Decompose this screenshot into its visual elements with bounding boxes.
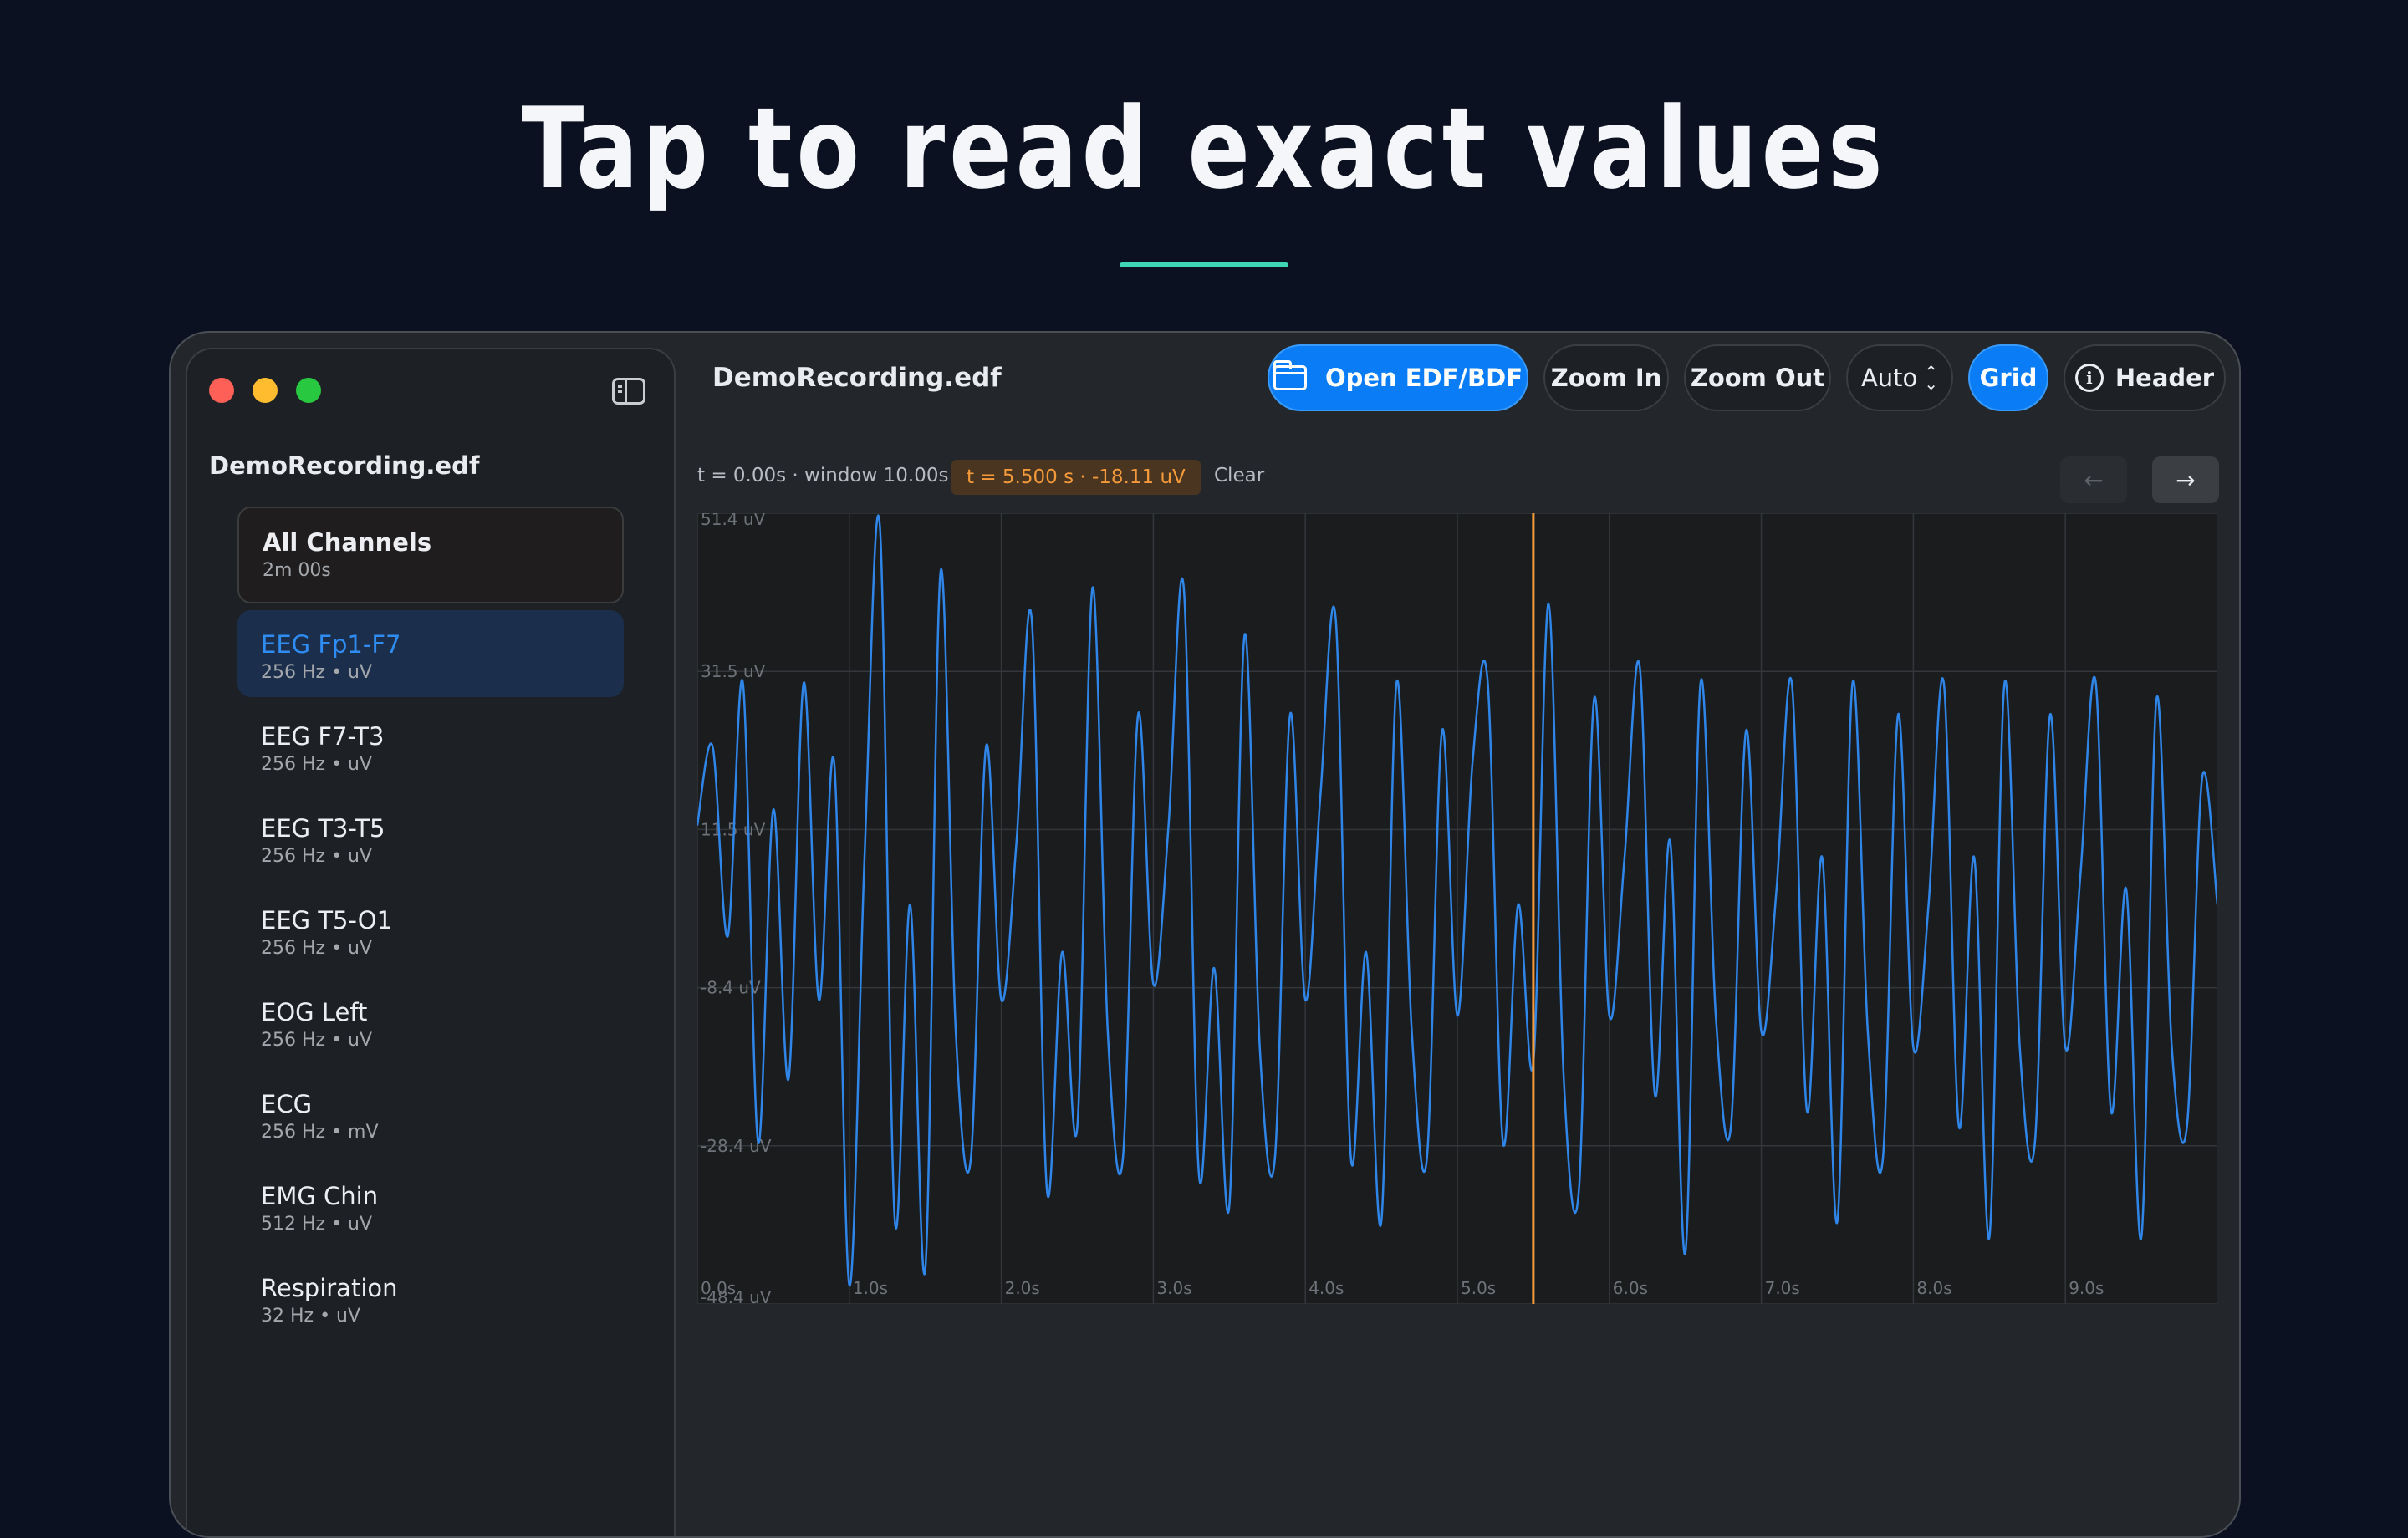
- y-tick-label: -28.4 uV: [701, 1136, 772, 1156]
- header-button[interactable]: i Header: [2064, 344, 2226, 411]
- x-tick-label: 5.0s: [1461, 1278, 1496, 1298]
- headline: Tap to read exact values: [521, 84, 1887, 214]
- channel-meta: 256 Hz • uV: [261, 1030, 373, 1051]
- zoom-out-button[interactable]: Zoom Out: [1684, 344, 1831, 411]
- chevron-up-down-icon: ⌃ ⌄: [1924, 362, 1939, 394]
- channel-item-eeg-fp1-f7[interactable]: EEG Fp1-F7 256 Hz • uV: [237, 610, 624, 697]
- channel-list: All Channels 2m 00s EEG Fp1-F7 256 Hz • …: [237, 507, 624, 1346]
- channel-item-eeg-t5-o1[interactable]: EEG T5-O1 256 Hz • uV: [237, 886, 624, 973]
- grid-toggle-button[interactable]: Grid: [1968, 344, 2048, 411]
- sidebar: DemoRecording.edf All Channels 2m 00s EE…: [186, 348, 676, 1536]
- x-tick-label: 3.0s: [1156, 1278, 1191, 1298]
- channel-meta: 256 Hz • uV: [261, 662, 373, 683]
- accent-rule: [1120, 262, 1288, 267]
- header-button-label: Header: [2115, 364, 2215, 392]
- app-window: DemoRecording.edf All Channels 2m 00s EE…: [169, 331, 2241, 1538]
- signal-plot[interactable]: 0.0s 1.0s 2.0s 3.0s 4.0s 5.0s 6.0s 7.0s 8.0s 9.0s…: [697, 513, 2217, 1304]
- sidebar-file-name: DemoRecording.edf: [209, 451, 480, 480]
- x-tick-label: 4.0s: [1309, 1278, 1344, 1298]
- x-tick-label: 8.0s: [1916, 1278, 1951, 1298]
- scale-select-label: Auto: [1860, 364, 1918, 392]
- x-tick-label: 2.0s: [1005, 1278, 1040, 1298]
- minimize-window-button[interactable]: [253, 378, 278, 403]
- channel-meta: 256 Hz • uV: [261, 938, 373, 959]
- zoom-in-button[interactable]: Zoom In: [1543, 344, 1669, 411]
- status-row: t = 0.00s · window 10.00s t = 5.500 s · …: [697, 456, 2219, 503]
- channel-item-eog-left[interactable]: EOG Left 256 Hz • uV: [237, 978, 624, 1065]
- clear-button[interactable]: Clear: [1214, 465, 1264, 486]
- channel-name: Respiration: [261, 1274, 398, 1302]
- x-tick-label: 7.0s: [1765, 1278, 1800, 1298]
- previous-window-button[interactable]: ←: [2060, 456, 2127, 503]
- folder-icon: [1273, 360, 1307, 390]
- x-tick-label: 1.0s: [853, 1278, 888, 1298]
- channel-item-respiration[interactable]: Respiration 32 Hz • uV: [237, 1254, 624, 1341]
- sidebar-toggle-icon[interactable]: [612, 378, 645, 405]
- channel-meta: 256 Hz • mV: [261, 1122, 379, 1143]
- x-tick-label: 6.0s: [1613, 1278, 1648, 1298]
- zoom-window-button[interactable]: [296, 378, 321, 403]
- y-tick-label: -48.4 uV: [701, 1287, 772, 1304]
- open-edf-label: Open EDF/BDF: [1324, 364, 1523, 392]
- scale-select[interactable]: Auto ⌃ ⌄: [1846, 344, 1953, 411]
- channel-name: All Channels: [263, 528, 432, 557]
- channel-name: EEG F7-T3: [261, 722, 385, 751]
- y-tick-label: 51.4 uV: [701, 513, 766, 529]
- channel-name: EEG T5-O1: [261, 906, 393, 935]
- close-window-button[interactable]: [209, 378, 234, 403]
- cursor-readout-badge: t = 5.500 s · -18.11 uV: [951, 460, 1201, 495]
- open-edf-button[interactable]: Open EDF/BDF: [1268, 344, 1528, 411]
- channel-name: EEG T3-T5: [261, 814, 385, 843]
- next-window-button[interactable]: →: [2152, 456, 2219, 503]
- channel-item-eeg-f7-t3[interactable]: EEG F7-T3 256 Hz • uV: [237, 702, 624, 789]
- channel-item-eeg-t3-t5[interactable]: EEG T3-T5 256 Hz • uV: [237, 794, 624, 881]
- channel-meta: 2m 00s: [263, 560, 331, 581]
- channel-name: EMG Chin: [261, 1182, 379, 1210]
- time-window-readout: t = 0.00s · window 10.00s: [697, 465, 949, 486]
- info-icon: i: [2074, 364, 2104, 392]
- channel-meta: 256 Hz • uV: [261, 754, 373, 775]
- channel-meta: 512 Hz • uV: [261, 1214, 373, 1235]
- channel-name: EOG Left: [261, 998, 368, 1026]
- channel-meta: 32 Hz • uV: [261, 1306, 361, 1327]
- channel-item-ecg[interactable]: ECG 256 Hz • mV: [237, 1070, 624, 1157]
- channel-name: EEG Fp1-F7: [261, 630, 401, 659]
- y-tick-label: 31.5 uV: [701, 661, 766, 681]
- channel-meta: 256 Hz • uV: [261, 846, 373, 867]
- signal-plot-svg[interactable]: 0.0s 1.0s 2.0s 3.0s 4.0s 5.0s 6.0s 7.0s 8.0s 9.0s…: [697, 513, 2217, 1304]
- channel-name: ECG: [261, 1090, 313, 1118]
- x-tick-label: 9.0s: [2069, 1278, 2104, 1298]
- window-title: DemoRecording.edf: [712, 363, 1002, 393]
- channel-item-emg-chin[interactable]: EMG Chin 512 Hz • uV: [237, 1162, 624, 1249]
- channel-item-all-channels[interactable]: All Channels 2m 00s: [237, 507, 624, 603]
